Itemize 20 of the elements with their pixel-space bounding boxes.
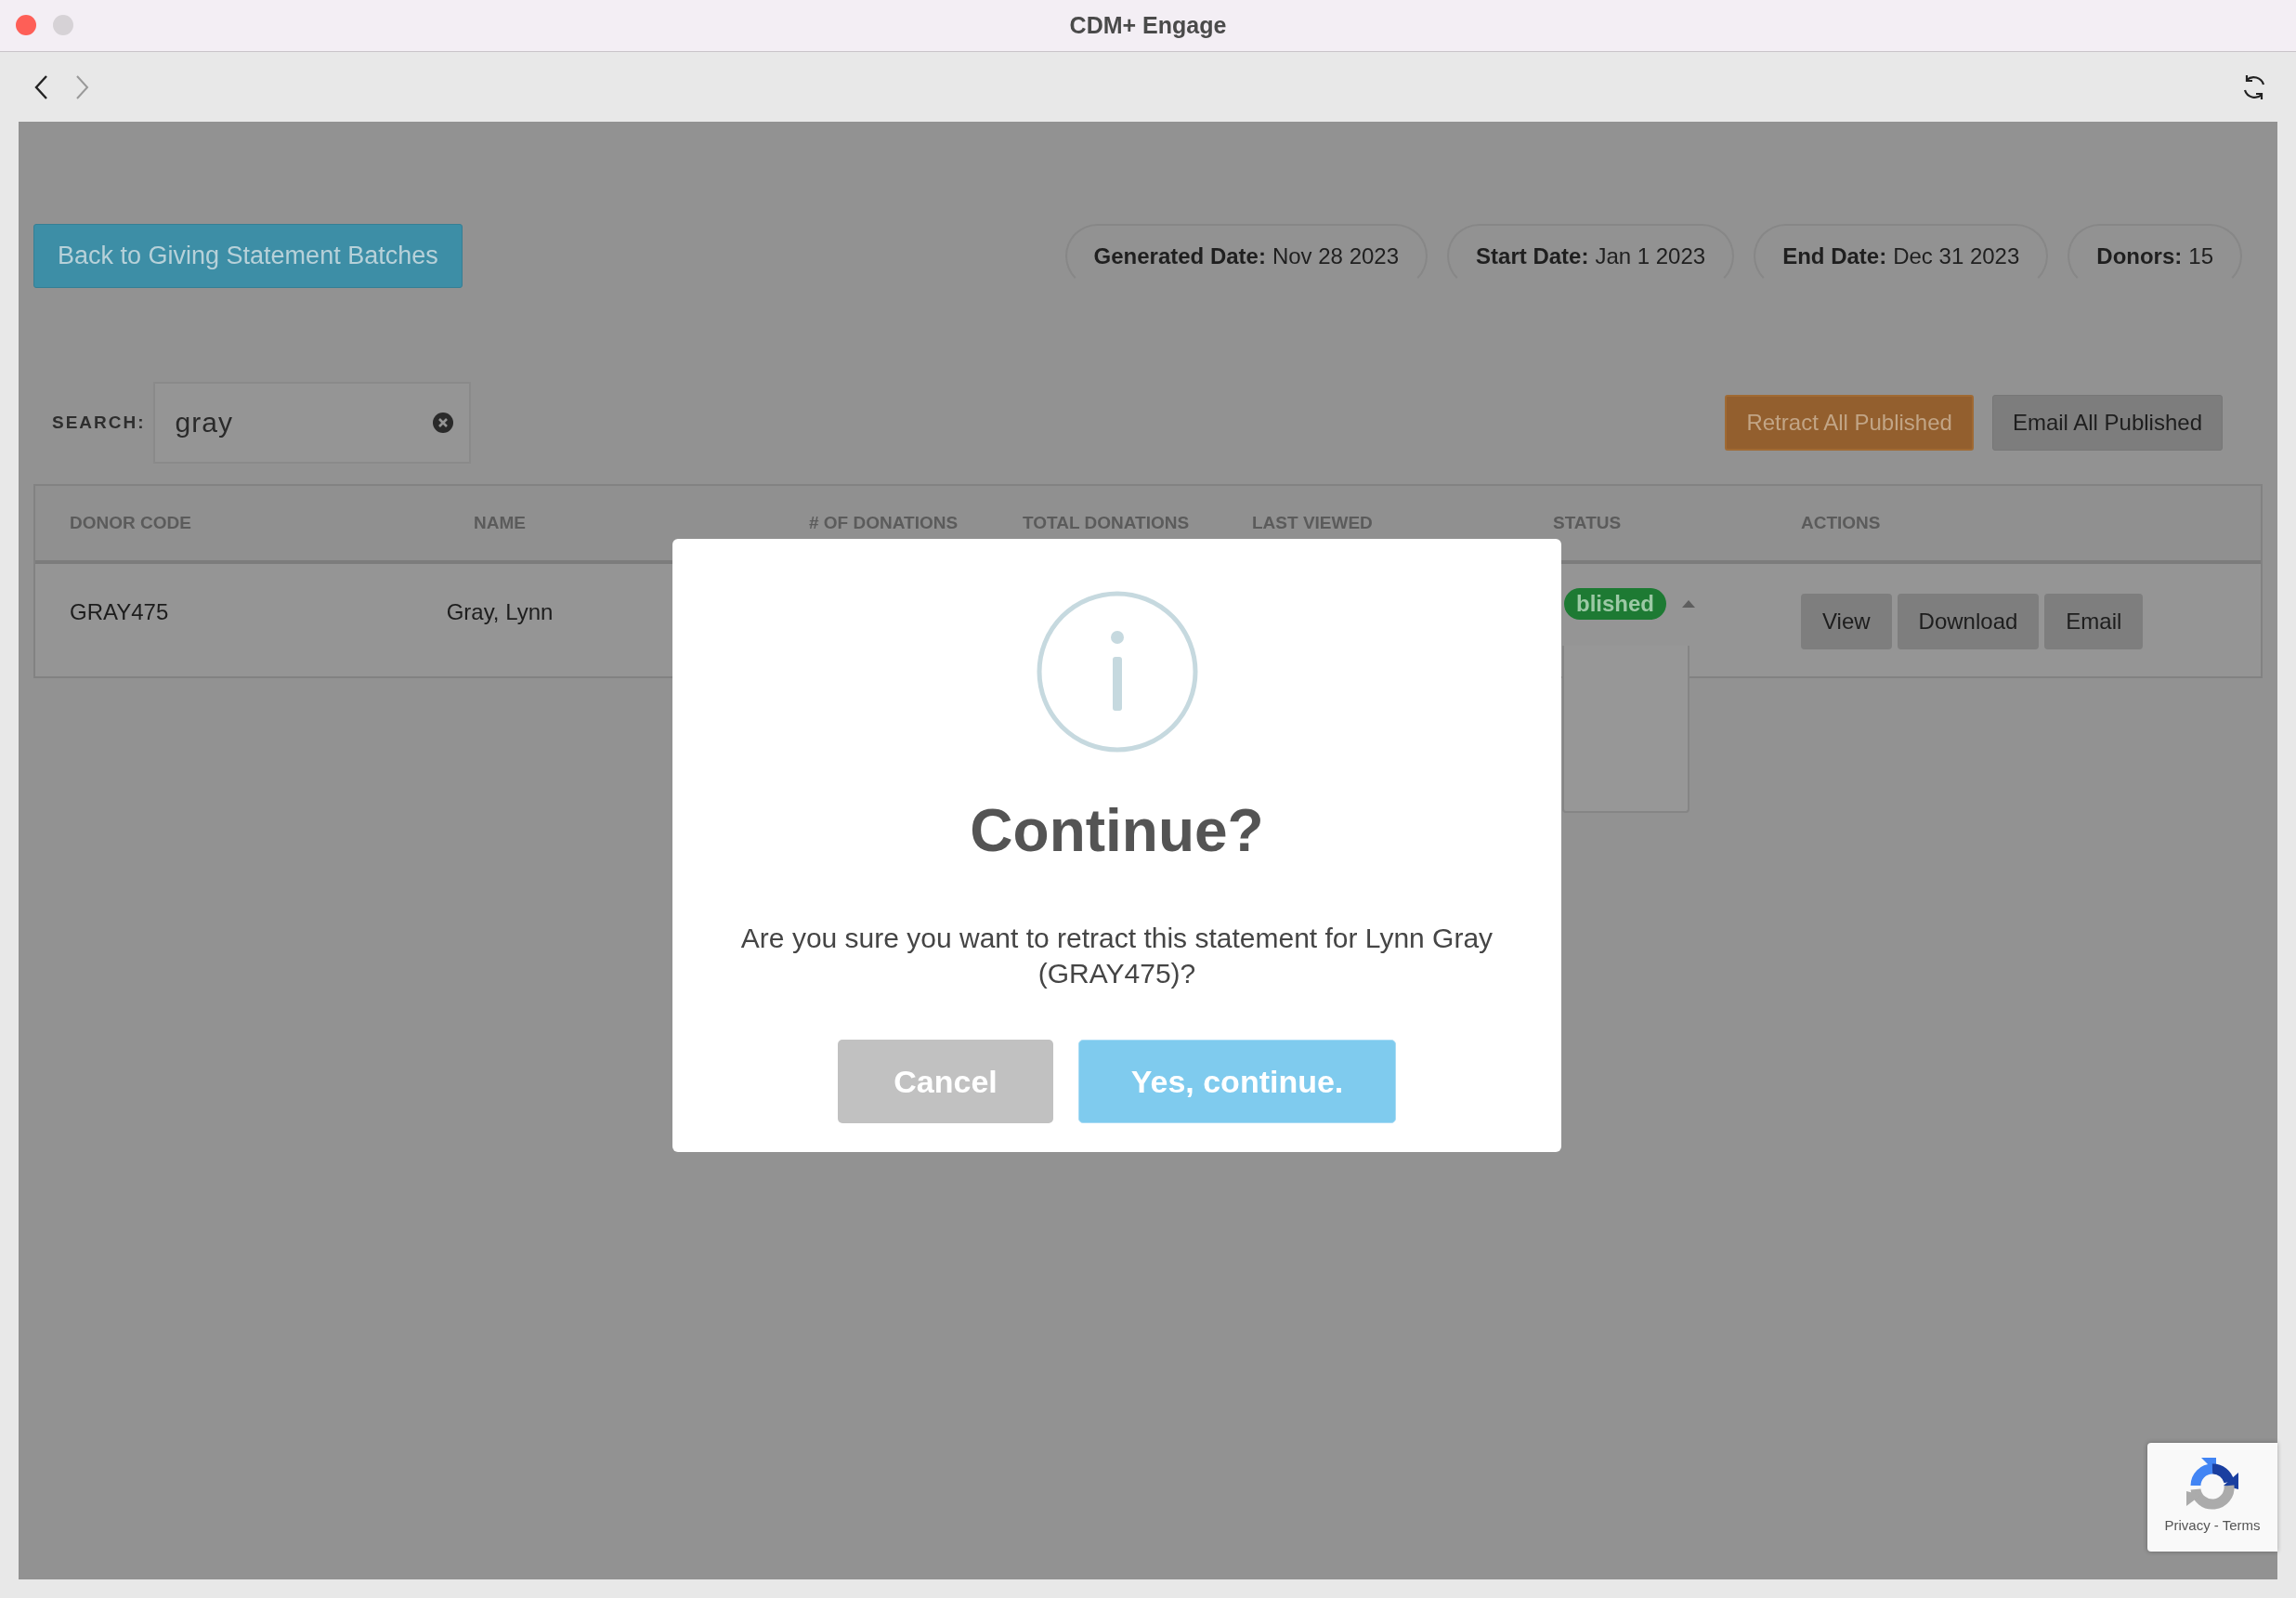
window-title: CDM+ Engage: [1069, 12, 1227, 39]
table-cell-text: GRAY475: [70, 598, 170, 625]
privacy-terms-link[interactable]: Privacy - Terms: [2164, 1517, 2261, 1533]
dialog-message: Are you sure you want to retract this statement for Lynn Gray (GRAY475)?: [739, 922, 1494, 991]
back-icon: [33, 73, 50, 100]
retract-button[interactable]: Retract All Published: [1725, 395, 1974, 451]
action-button[interactable]: Download: [1897, 594, 2040, 649]
back-button[interactable]: Back to Giving Statement Batches: [33, 224, 463, 288]
close-button[interactable]: [16, 15, 36, 35]
info-icon: [1035, 590, 1199, 753]
action-button[interactable]: View: [1801, 594, 1892, 649]
clear-icon: [431, 412, 454, 434]
search-label: SEARCH:: [52, 413, 146, 433]
action-button[interactable]: Email: [2044, 594, 2144, 649]
search-field[interactable]: gray: [152, 382, 471, 464]
dialog-title: Continue?: [970, 798, 1264, 864]
email-button[interactable]: Email All Published: [1991, 395, 2223, 451]
forward-icon: [74, 73, 91, 100]
status-badge: blished: [1564, 588, 1666, 620]
table-cell-text: Gray, Lynn: [445, 598, 554, 625]
